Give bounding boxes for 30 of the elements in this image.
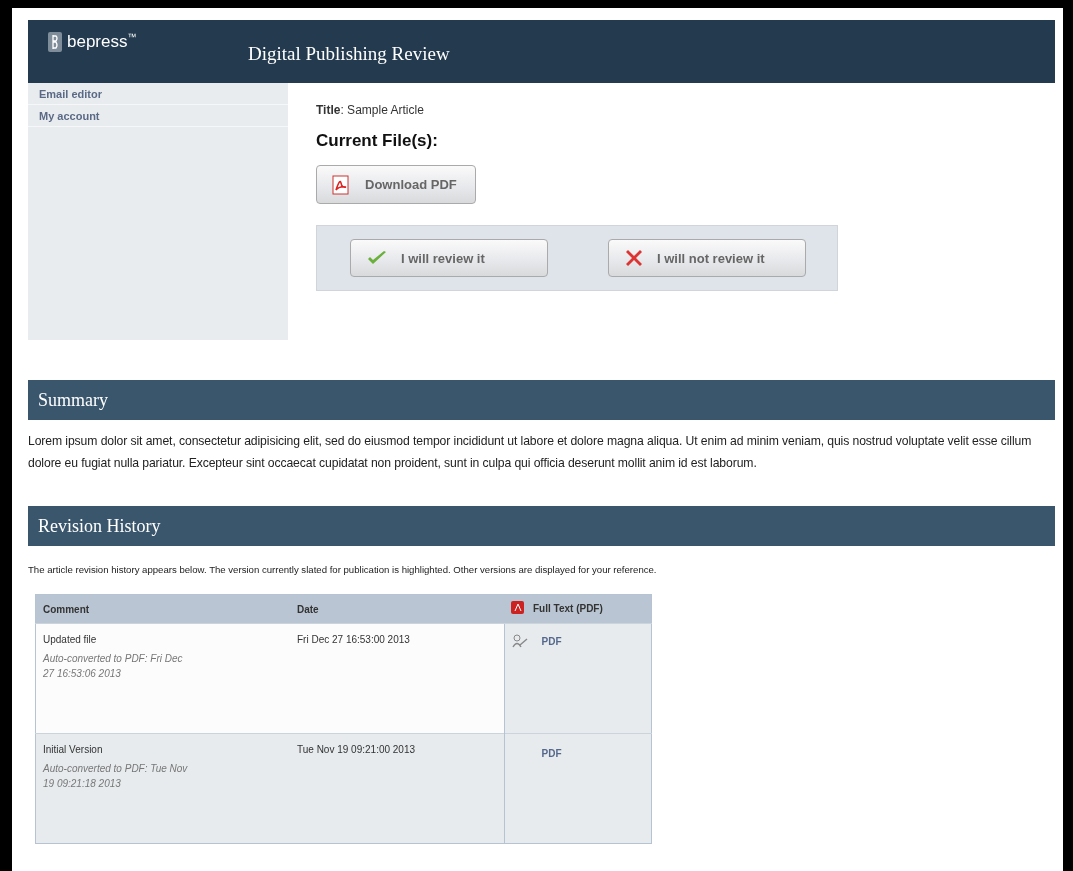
person-icon: [511, 634, 528, 648]
logo-text: bepress$^{™}$: [67, 32, 137, 52]
section-heading: Revision History: [28, 506, 1055, 546]
sidebar-link[interactable]: Email editor: [28, 83, 288, 105]
close-icon: [625, 249, 643, 267]
note-text: Auto-converted to PDF: Tue Nov 19 09:21:18 2013: [43, 762, 189, 791]
section-heading: Summary: [28, 380, 1055, 420]
date-cell: Fri Dec 27 16:53:00 2013: [290, 623, 504, 734]
column-header: Full Text (PDF): [504, 594, 652, 624]
pdf-link[interactable]: PDF: [541, 635, 562, 647]
check-icon: [367, 250, 387, 266]
column-header: Date: [290, 594, 504, 624]
note-text: Auto-converted to PDF: Fri Dec 27 16:53:06 2013: [43, 652, 184, 681]
comment-text: Updated file: [43, 634, 98, 645]
intro-text: The article revision history appears below. The version currently slated for publication is highlighted. Other versions are displayed for your reference.: [28, 564, 658, 575]
date-cell: Tue Nov 19 09:21:00 2013: [290, 733, 504, 844]
comment-text: Initial Version: [43, 744, 104, 755]
pdf-link[interactable]: PDF: [541, 747, 562, 759]
download-button[interactable]: Download PDF: [316, 165, 476, 204]
logo-icon: [48, 32, 62, 52]
pdf-icon: [331, 174, 351, 195]
page-title: Digital Publishing Review: [248, 43, 450, 65]
column-header: Comment: [35, 594, 290, 624]
pdf-icon: [511, 601, 525, 615]
review-button[interactable]: I will review it: [350, 239, 548, 277]
review-button[interactable]: I will not review it: [608, 239, 806, 277]
summary-text: Lorem ipsum dolor sit amet, consectetur adipisicing elit, sed do eiusmod tempor incididunt ut labore et dolore magna aliqua. Ut enim ad minim veniam, quis nostrud voluptate velit esse cillum dolore eu fugiat nulla pariatur. Excepteur sint occaecat cupidatat non proident, sunt in culpa qui officia deserunt mollit anim id est laborum.: [28, 433, 1033, 472]
files-heading: Current File(s):: [316, 131, 439, 151]
article-title: Title: Sample Article: [316, 103, 425, 117]
sidebar-link[interactable]: My account: [28, 105, 288, 127]
